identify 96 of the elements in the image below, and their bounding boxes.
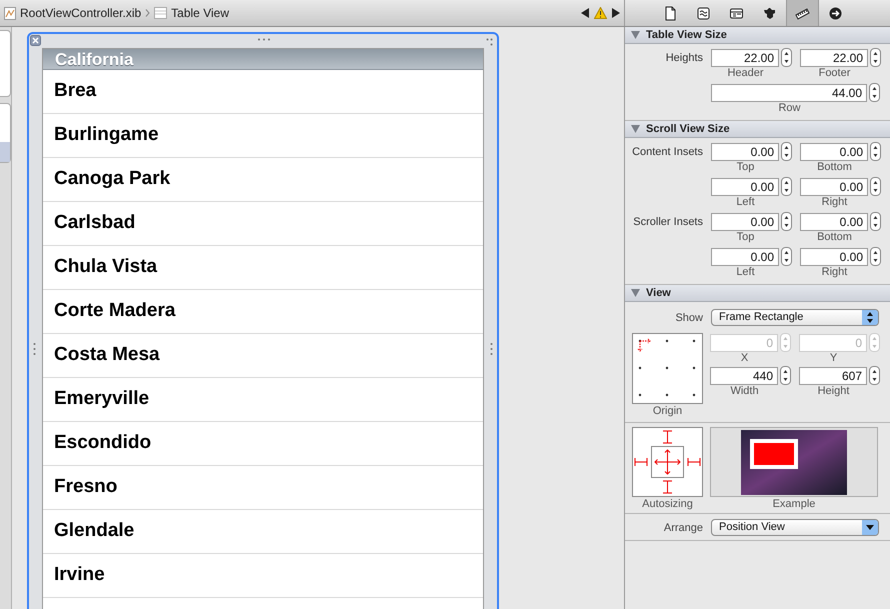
table-row[interactable]: Burlingame [43,114,483,158]
number-field[interactable]: 0.00 [711,142,779,160]
table-row[interactable]: Corte Madera [43,290,483,334]
stepper[interactable] [780,366,791,385]
table-row[interactable]: Costa Mesa [43,334,483,378]
resize-handle-icon[interactable] [257,38,271,41]
field-caption: Bottom [817,231,853,244]
table-row[interactable]: Brea [43,70,483,114]
field-label: Arrange [664,522,703,534]
wave-lines-icon [696,6,711,20]
stepper[interactable] [870,48,881,67]
number-field[interactable]: 0.00 [800,142,868,160]
section-header[interactable]: View [625,285,890,302]
number-field[interactable]: 0.00 [800,212,868,230]
inspector-tab[interactable] [786,0,819,26]
field-caption: Top [736,161,756,174]
number-field[interactable]: 0.00 [711,212,779,230]
disclosure-triangle-icon [631,31,640,39]
arrow-circle-icon [828,6,843,20]
stepper[interactable] [781,177,792,196]
ruler-icon [795,6,810,20]
field-caption: Left [736,266,756,279]
field-caption: Row [778,102,802,115]
autosizing-drawing[interactable] [632,427,703,497]
number-field[interactable]: 0.00 [800,248,868,266]
stepper[interactable] [781,212,792,231]
previous-arrow-icon[interactable] [581,8,590,18]
table-row[interactable]: Glendale [43,510,483,554]
field-label: Heights [666,52,703,64]
table-row[interactable]: Emeryville [43,378,483,422]
field-caption: Width [730,385,760,398]
warning-icon[interactable] [594,7,607,19]
table-row[interactable]: Chula Vista [43,246,483,290]
up-down-arrows-icon [862,310,878,324]
table-view-icon [154,7,168,19]
view-frame-preview [750,438,798,468]
stepper[interactable] [781,48,792,67]
next-arrow-icon[interactable] [611,8,620,18]
close-icon[interactable] [30,35,41,46]
popup-button[interactable]: Frame Rectangle [711,308,879,326]
origin-grid[interactable] [632,333,703,404]
table-row[interactable]: Carlsbad [43,202,483,246]
stepper[interactable] [870,177,881,196]
chevron-icon [145,9,150,17]
field-caption: Y [830,352,838,365]
stepper[interactable] [869,366,880,385]
number-field[interactable]: 22.00 [800,48,868,66]
field-label: Scroller Insets [633,216,703,228]
file-icon [663,6,678,20]
disclosure-triangle-icon [631,125,640,133]
caret-icon [862,520,878,534]
table-row[interactable]: Fresno [43,466,483,510]
number-field[interactable]: 0.00 [800,178,868,196]
table-row[interactable]: Canoga Park [43,158,483,202]
stepper[interactable] [781,247,792,266]
number-field[interactable]: 44.00 [711,84,867,102]
number-field[interactable]: 607 [799,366,867,384]
table-row[interactable]: Irvine [43,554,483,598]
stepper[interactable] [870,142,881,161]
field-label: Content Insets [632,146,703,158]
number-field[interactable]: 440 [710,366,778,384]
section-header[interactable]: Scroll View Size [625,121,890,138]
autosizing-caption: Autosizing [642,497,693,511]
field-caption: Right [822,196,848,209]
popup-button[interactable]: Position View [711,518,879,536]
field-caption: Bottom [817,161,853,174]
field-caption: Left [736,196,756,209]
table-view-frame[interactable]: California Brea Burlingame Canoga Park Carlsbad Chula Vista Corte Madera Costa Mesa Emeryville Escondido Fresno Glendale Irvine [27,32,499,609]
stepper[interactable] [781,142,792,161]
number-field[interactable]: 0.00 [711,248,779,266]
xib-file-icon [4,6,16,20]
shield-icon [762,6,777,20]
section-header[interactable]: Table View Size [625,27,890,44]
stepper[interactable] [870,247,881,266]
number-field[interactable]: 0.00 [711,178,779,196]
card-icon [729,6,744,20]
field-caption: X [740,352,750,365]
breadcrumb-file[interactable]: RootViewController.xib [20,4,142,22]
number-field[interactable]: 22.00 [711,48,779,66]
table-row[interactable]: Escondido [43,422,483,466]
field-caption: Header [727,67,765,80]
resize-handle-icon[interactable] [490,342,493,356]
resize-handle-icon[interactable] [33,342,36,356]
section-header: California [43,49,483,70]
origin-caption: Origin [652,404,682,418]
disclosure-triangle-icon [631,289,640,297]
field-caption: Top [736,231,756,244]
field-label: Show [675,312,703,324]
field-caption: Height [818,385,850,398]
resize-handle-icon[interactable] [486,38,493,46]
field-caption: Footer [818,67,852,80]
field-caption: Right [822,266,848,279]
stepper[interactable] [870,212,881,231]
stepper[interactable] [869,83,880,102]
example-caption: Example [772,497,816,511]
breadcrumb-item[interactable]: Table View [171,4,229,22]
